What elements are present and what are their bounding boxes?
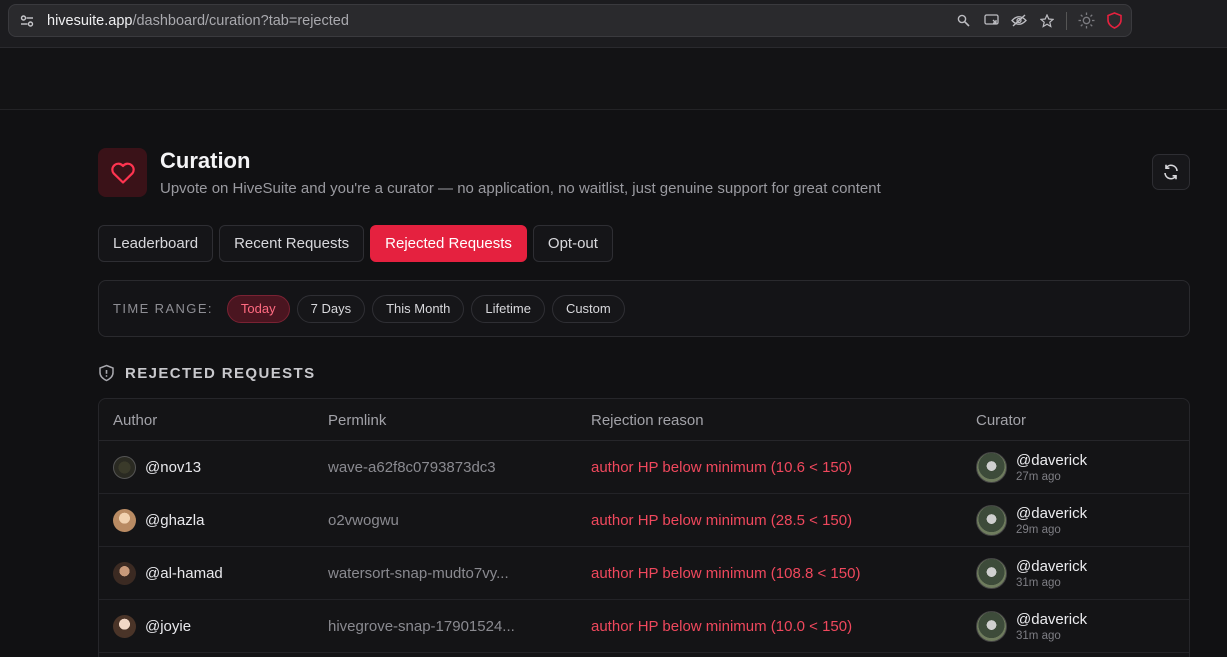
curator-cell[interactable]: @daverick 27m ago <box>976 441 1087 494</box>
author-cell[interactable]: @nov13 <box>113 441 201 494</box>
zoom-icon[interactable] <box>954 12 972 30</box>
avatar <box>976 505 1007 536</box>
column-curator[interactable]: Curator <box>976 412 1026 429</box>
curator-time: 27m ago <box>1016 471 1061 483</box>
table-row: @ghazla o2vwogwu author HP below minimum… <box>99 494 1189 547</box>
rejection-reason-cell: author HP below minimum (108.8 < 150) <box>591 565 861 582</box>
permlink-cell[interactable]: wave-a62f8c0793873dc3 <box>328 441 496 494</box>
avatar <box>976 611 1007 642</box>
time-range-custom[interactable]: Custom <box>551 294 625 323</box>
url-host: hivesuite.app <box>47 12 133 29</box>
page-title: Curation <box>160 148 251 173</box>
avatar <box>113 456 136 479</box>
column-author[interactable]: Author <box>113 412 157 429</box>
curator-name: @daverick <box>1016 452 1088 469</box>
star-icon[interactable] <box>1038 12 1056 30</box>
tab-leaderboard[interactable]: Leaderboard <box>98 225 214 262</box>
curator-time: 31m ago <box>1016 630 1061 642</box>
curator-name: @daverick <box>1016 611 1088 628</box>
address-bar-actions <box>954 5 1123 36</box>
page-header: Curation Upvote on HiveSuite and you're … <box>98 148 1190 198</box>
heart-icon <box>98 148 147 197</box>
author-name: @al-hamad <box>145 565 223 582</box>
app-top-bar <box>0 48 1227 110</box>
avatar <box>976 452 1007 483</box>
cast-icon[interactable] <box>982 12 1000 30</box>
curator-time: 29m ago <box>1016 524 1061 536</box>
author-name: @joyie <box>145 618 192 635</box>
author-cell[interactable]: @joyie <box>113 600 191 653</box>
permlink-cell[interactable]: hivegrove-snap-17901524... <box>328 600 515 653</box>
time-range-lifetime[interactable]: Lifetime <box>471 294 545 323</box>
tab-rejected-requests[interactable]: Rejected Requests <box>370 225 527 262</box>
table-row: @joyie hivegrove-snap-17901524... author… <box>99 600 1189 653</box>
curator-time: 31m ago <box>1016 577 1061 589</box>
time-range-label: TIME RANGE: <box>113 301 213 316</box>
table-row: @nov13 wave-a62f8c0793873dc3 author HP b… <box>99 441 1189 494</box>
curation-tabs: Leaderboard Recent Requests Rejected Req… <box>98 225 613 262</box>
toolbar-divider <box>1066 11 1067 30</box>
refresh-button[interactable] <box>1152 154 1190 190</box>
table-row: @al-hamad watersort-snap-mudto7vy... aut… <box>99 547 1189 600</box>
browser-toolbar: hivesuite.app/dashboard/curation?tab=rej… <box>0 0 1227 48</box>
author-name: @ghazla <box>145 512 205 529</box>
time-range-this-month[interactable]: This Month <box>372 294 465 323</box>
refresh-icon <box>1164 164 1178 180</box>
curator-cell[interactable]: @daverick 31m ago <box>976 547 1087 600</box>
author-cell[interactable]: @al-hamad <box>113 547 223 600</box>
eye-off-icon[interactable] <box>1010 12 1028 30</box>
site-settings-icon[interactable] <box>19 13 35 29</box>
column-permlink[interactable]: Permlink <box>328 412 386 429</box>
address-bar[interactable]: hivesuite.app/dashboard/curation?tab=rej… <box>8 4 1132 37</box>
tab-opt-out[interactable]: Opt-out <box>532 225 613 262</box>
curator-cell[interactable]: @daverick 29m ago <box>976 494 1087 547</box>
section-title-text: REJECTED REQUESTS <box>125 364 316 382</box>
url-path: /dashboard/curation?tab=rejected <box>132 12 349 29</box>
permlink-cell[interactable]: watersort-snap-mudto7vy... <box>328 547 509 600</box>
avatar <box>113 562 136 585</box>
rejection-reason-cell: author HP below minimum (28.5 < 150) <box>591 512 853 529</box>
time-range-7-days[interactable]: 7 Days <box>296 294 366 323</box>
avatar <box>113 509 136 532</box>
table-header: Author Permlink Rejection reason Curator <box>99 399 1189 441</box>
shield-icon <box>99 364 114 382</box>
rejected-requests-table: Author Permlink Rejection reason Curator… <box>98 398 1190 657</box>
section-title: REJECTED REQUESTS <box>98 364 316 382</box>
curator-name: @daverick <box>1016 505 1088 522</box>
sun-icon[interactable] <box>1077 12 1095 30</box>
column-rejection-reason[interactable]: Rejection reason <box>591 412 704 429</box>
avatar <box>113 615 136 638</box>
author-name: @nov13 <box>145 459 202 476</box>
shield-extension-icon[interactable] <box>1105 12 1123 30</box>
url-text[interactable]: hivesuite.app/dashboard/curation?tab=rej… <box>47 13 349 29</box>
rejection-reason-cell: author HP below minimum (10.6 < 150) <box>591 459 853 476</box>
curator-name: @daverick <box>1016 558 1088 575</box>
tab-recent-requests[interactable]: Recent Requests <box>219 225 365 262</box>
author-cell[interactable]: @ghazla <box>113 494 204 547</box>
rejection-reason-cell: author HP below minimum (10.0 < 150) <box>591 618 853 635</box>
permlink-cell[interactable]: o2vwogwu <box>328 494 399 547</box>
time-range-today[interactable]: Today <box>226 294 290 323</box>
time-range-filter: TIME RANGE: Today 7 Days This Month Life… <box>98 280 1190 337</box>
avatar <box>976 558 1007 589</box>
page-subtitle: Upvote on HiveSuite and you're a curator… <box>160 180 881 197</box>
curator-cell[interactable]: @daverick 31m ago <box>976 600 1087 653</box>
